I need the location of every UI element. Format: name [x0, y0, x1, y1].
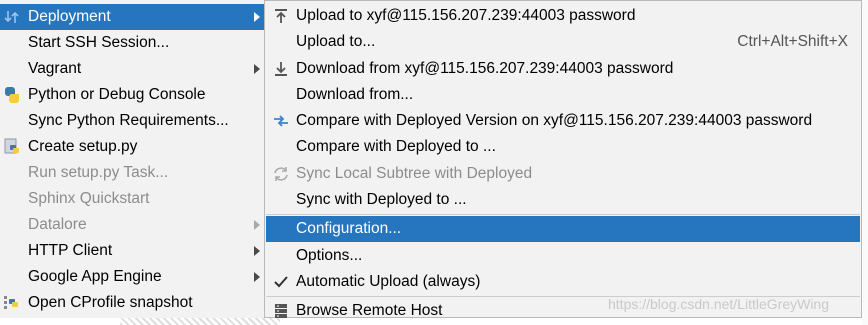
deployment-submenu: Upload to xyf@115.156.207.239:44003 pass… — [264, 0, 862, 320]
sync-icon — [272, 165, 290, 183]
submenu-arrow-icon — [254, 220, 260, 230]
shortcut-label: Ctrl+Alt+Shift+X — [737, 33, 848, 50]
menu-item-sync-python-requirements[interactable]: Sync Python Requirements... — [0, 108, 264, 134]
submenu-item-sync-local-subtree[interactable]: Sync Local Subtree with Deployed — [266, 161, 860, 187]
menu-item-label: Vagrant — [28, 60, 82, 77]
menu-item-google-app-engine[interactable]: Google App Engine — [0, 264, 264, 290]
submenu-item-label: Sync Local Subtree with Deployed — [296, 165, 533, 182]
menu-item-label: Python or Debug Console — [28, 86, 206, 103]
submenu-arrow-icon — [254, 272, 260, 282]
python-file-icon — [3, 138, 21, 156]
menu-item-python-console[interactable]: Python or Debug Console — [0, 82, 264, 108]
submenu-item-options[interactable]: Options... — [266, 243, 860, 269]
submenu-item-download-from-server[interactable]: Download from xyf@115.156.207.239:44003 … — [266, 56, 860, 82]
watermark-text: https://blog.csdn.net/LittleGreyWing — [608, 296, 829, 312]
upload-icon — [272, 7, 290, 25]
menu-item-label: Deployment — [28, 8, 111, 25]
menu-item-label: HTTP Client — [28, 242, 113, 259]
menu-item-create-setup-py[interactable]: Create setup.py — [0, 134, 264, 160]
submenu-item-label: Download from xyf@115.156.207.239:44003 … — [296, 60, 674, 77]
download-icon — [272, 60, 290, 78]
menu-item-open-cprofile-snapshot[interactable]: Open CProfile snapshot — [0, 290, 264, 316]
submenu-item-label: Upload to... — [296, 33, 376, 50]
submenu-item-upload-to-server[interactable]: Upload to xyf@115.156.207.239:44003 pass… — [266, 3, 860, 29]
submenu-item-automatic-upload[interactable]: Automatic Upload (always) — [266, 269, 860, 295]
deployment-icon — [3, 8, 21, 26]
submenu-item-label: Sync with Deployed to ... — [296, 191, 467, 208]
submenu-arrow-icon — [254, 12, 260, 22]
context-menu: Deployment Start SSH Session... Vagrant … — [0, 4, 265, 318]
editor-right-edge — [862, 0, 868, 325]
submenu-item-label: Options... — [296, 247, 363, 264]
python-icon — [3, 86, 21, 104]
submenu-item-label: Compare with Deployed to ... — [296, 138, 496, 155]
submenu-item-label: Browse Remote Host — [296, 302, 443, 319]
menu-item-label: Create setup.py — [28, 138, 138, 155]
compare-icon — [272, 112, 290, 130]
submenu-item-download-from[interactable]: Download from... — [266, 82, 860, 108]
menu-item-deployment[interactable]: Deployment — [0, 4, 264, 30]
menu-item-start-ssh-session[interactable]: Start SSH Session... — [0, 30, 264, 56]
submenu-item-compare-with-deployed-to[interactable]: Compare with Deployed to ... — [266, 134, 860, 160]
menu-item-label: Run setup.py Task... — [28, 164, 169, 181]
menu-item-run-setup-py-task[interactable]: Run setup.py Task... — [0, 160, 264, 186]
submenu-item-compare-with-deployed-version[interactable]: Compare with Deployed Version on xyf@115… — [266, 108, 860, 134]
submenu-item-configuration[interactable]: Configuration... — [266, 216, 860, 242]
python-profile-icon — [3, 294, 21, 312]
menu-item-label: Start SSH Session... — [28, 34, 170, 51]
submenu-arrow-icon — [254, 246, 260, 256]
menu-item-http-client[interactable]: HTTP Client — [0, 238, 264, 264]
submenu-item-label: Upload to xyf@115.156.207.239:44003 pass… — [296, 7, 636, 24]
menu-item-label: Sphinx Quickstart — [28, 190, 150, 207]
submenu-item-upload-to[interactable]: Upload to... Ctrl+Alt+Shift+X — [266, 29, 860, 55]
menu-item-sphinx-quickstart[interactable]: Sphinx Quickstart — [0, 186, 264, 212]
submenu-arrow-icon — [254, 64, 260, 74]
submenu-item-label: Download from... — [296, 86, 414, 103]
menu-item-label: Google App Engine — [28, 268, 162, 285]
checkmark-icon — [272, 273, 290, 291]
menu-item-label: Datalore — [28, 216, 87, 233]
remote-host-icon — [272, 302, 290, 320]
menu-item-datalore[interactable]: Datalore — [0, 212, 264, 238]
submenu-item-sync-with-deployed-to[interactable]: Sync with Deployed to ... — [266, 187, 860, 213]
submenu-item-label: Configuration... — [296, 220, 402, 237]
submenu-item-label: Compare with Deployed Version on xyf@115… — [296, 112, 813, 129]
menu-item-label: Sync Python Requirements... — [28, 112, 229, 129]
menu-item-label: Open CProfile snapshot — [28, 294, 193, 311]
menu-separator — [266, 214, 860, 215]
menu-item-vagrant[interactable]: Vagrant — [0, 56, 264, 82]
submenu-item-label: Automatic Upload (always) — [296, 273, 481, 290]
